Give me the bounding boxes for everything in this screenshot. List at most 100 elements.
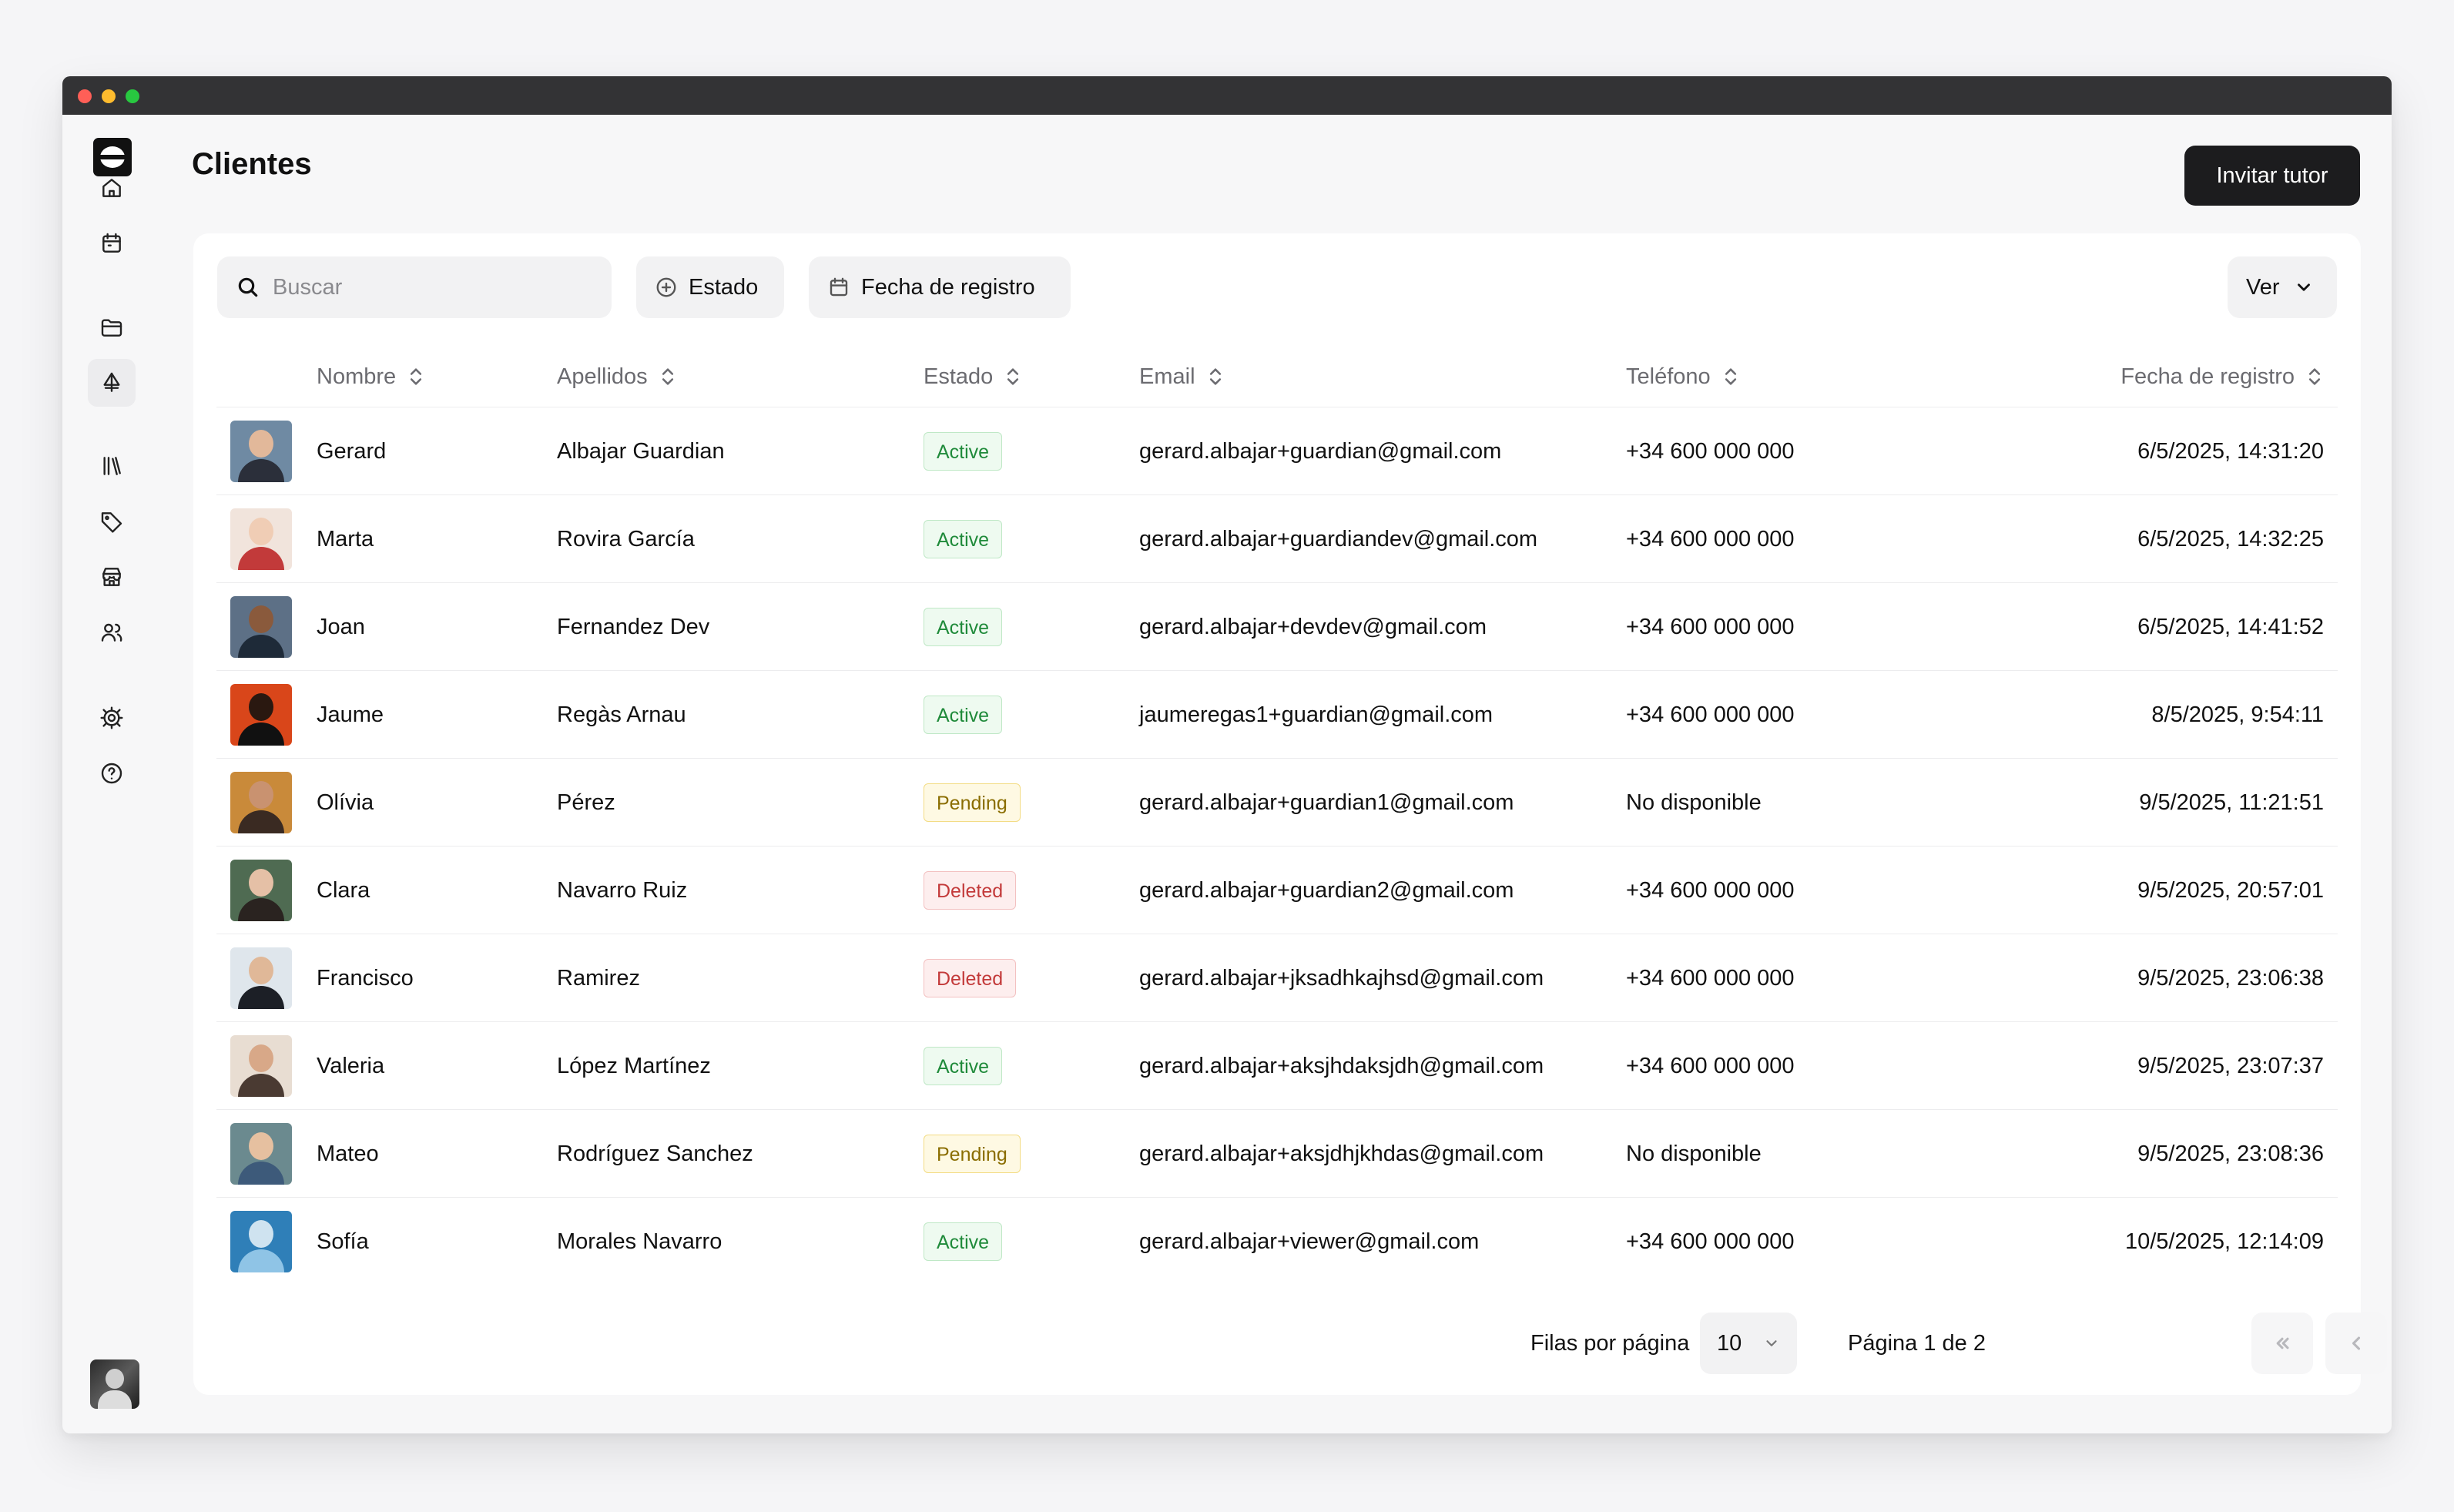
client-last-name: López Martínez bbox=[557, 1053, 711, 1078]
table-row[interactable]: Clara Navarro Ruiz Deleted gerard.albaja… bbox=[216, 847, 2338, 934]
sidebar-item-store[interactable] bbox=[88, 553, 136, 601]
client-registration-date: 8/5/2025, 9:54:11 bbox=[2151, 702, 2324, 727]
client-phone: +34 600 000 000 bbox=[1626, 1229, 1795, 1254]
table-row[interactable]: Valeria López Martínez Active gerard.alb… bbox=[216, 1022, 2338, 1110]
previous-page-button[interactable] bbox=[2325, 1313, 2387, 1374]
client-registration-date: 6/5/2025, 14:31:20 bbox=[2137, 438, 2324, 464]
table-header: Nombre Apellidos Estado Email Teléfono F… bbox=[216, 346, 2338, 407]
client-last-name: Ramirez bbox=[557, 965, 640, 991]
table-row[interactable]: Sofía Morales Navarro Active gerard.alba… bbox=[216, 1198, 2338, 1286]
table-row[interactable]: Francisco Ramirez Deleted gerard.albajar… bbox=[216, 934, 2338, 1022]
invite-tutor-button[interactable]: Invitar tutor bbox=[2184, 146, 2360, 206]
sidebar-item-users[interactable] bbox=[88, 608, 136, 656]
sidebar-item-help[interactable] bbox=[88, 749, 136, 797]
chevron-left-icon bbox=[2352, 1336, 2361, 1350]
status-badge: Active bbox=[924, 520, 1003, 558]
status-badge: Deleted bbox=[924, 959, 1017, 997]
home-icon bbox=[102, 179, 121, 197]
plus-circle-icon bbox=[656, 277, 676, 297]
client-last-name: Morales Navarro bbox=[557, 1229, 722, 1254]
client-last-name: Regàs Arnau bbox=[557, 702, 686, 727]
column-header-phone[interactable]: Teléfono bbox=[1626, 346, 1740, 407]
current-user-avatar[interactable] bbox=[90, 1359, 139, 1409]
tag-icon bbox=[101, 512, 122, 533]
client-phone: +34 600 000 000 bbox=[1626, 702, 1795, 727]
client-avatar bbox=[230, 596, 292, 658]
column-header-last-name[interactable]: Apellidos bbox=[557, 346, 677, 407]
table-row[interactable]: Marta Rovira García Active gerard.albaja… bbox=[216, 495, 2338, 583]
client-last-name: Fernandez Dev bbox=[557, 614, 710, 639]
client-email: jaumeregas1+guardian@gmail.com bbox=[1139, 702, 1494, 727]
rows-per-page-select[interactable]: 10 bbox=[1700, 1313, 1797, 1374]
client-email: gerard.albajar+jksadhkajhsd@gmail.com bbox=[1139, 965, 1544, 991]
client-email: gerard.albajar+aksjdhjkhdas@gmail.com bbox=[1139, 1141, 1544, 1166]
client-first-name: Clara bbox=[317, 877, 370, 903]
client-first-name: Marta bbox=[317, 526, 374, 551]
sidebar-item-home[interactable] bbox=[88, 164, 136, 212]
library-icon bbox=[103, 457, 121, 475]
rows-per-page-value: 10 bbox=[1717, 1330, 1742, 1356]
client-first-name: Joan bbox=[317, 614, 365, 639]
client-registration-date: 9/5/2025, 23:06:38 bbox=[2137, 965, 2324, 991]
status-badge: Active bbox=[924, 696, 1003, 734]
view-options-label: Ver bbox=[2246, 274, 2280, 300]
client-first-name: Valeria bbox=[317, 1053, 385, 1078]
minimize-window-button[interactable] bbox=[102, 89, 116, 103]
pagination: Filas por página 10 Página 1 de 2 bbox=[193, 1311, 2387, 1376]
client-registration-date: 6/5/2025, 14:41:52 bbox=[2137, 614, 2324, 639]
first-page-button[interactable] bbox=[2251, 1313, 2313, 1374]
sort-icon bbox=[662, 368, 673, 385]
store-icon bbox=[102, 568, 121, 586]
client-avatar bbox=[230, 1123, 292, 1185]
table-row[interactable]: Gerard Albajar Guardian Active gerard.al… bbox=[216, 407, 2338, 495]
table-body: Gerard Albajar Guardian Active gerard.al… bbox=[216, 407, 2338, 1286]
sidebar-item-settings[interactable] bbox=[88, 694, 136, 742]
close-window-button[interactable] bbox=[78, 89, 92, 103]
calendar-icon bbox=[102, 233, 121, 253]
window-titlebar bbox=[62, 76, 2392, 115]
client-avatar bbox=[230, 421, 292, 482]
table-row[interactable]: Mateo Rodríguez Sanchez Pending gerard.a… bbox=[216, 1110, 2338, 1198]
column-header-email[interactable]: Email bbox=[1139, 346, 1225, 407]
client-registration-date: 9/5/2025, 23:08:36 bbox=[2137, 1141, 2324, 1166]
client-registration-date: 9/5/2025, 11:21:51 bbox=[2139, 790, 2324, 815]
client-avatar bbox=[230, 947, 292, 1009]
search-input[interactable] bbox=[273, 256, 604, 318]
search-box[interactable] bbox=[217, 256, 612, 318]
client-phone: No disponible bbox=[1626, 1141, 1762, 1166]
client-phone: +34 600 000 000 bbox=[1626, 965, 1795, 991]
table-row[interactable]: Olívia Pérez Pending gerard.albajar+guar… bbox=[216, 759, 2338, 847]
client-last-name: Navarro Ruiz bbox=[557, 877, 688, 903]
sidebar-item-library[interactable] bbox=[88, 442, 136, 490]
client-email: gerard.albajar+guardian1@gmail.com bbox=[1139, 790, 1514, 815]
chevron-down-icon bbox=[2297, 283, 2310, 291]
client-email: gerard.albajar+guardian2@gmail.com bbox=[1139, 877, 1514, 903]
sidebar-item-tags[interactable] bbox=[88, 498, 136, 545]
sidebar-item-folders[interactable] bbox=[88, 303, 136, 351]
sort-icon bbox=[1007, 368, 1019, 385]
client-phone: +34 600 000 000 bbox=[1626, 877, 1795, 903]
sidebar-item-calendar[interactable] bbox=[88, 220, 136, 267]
client-avatar bbox=[230, 772, 292, 833]
date-filter-button[interactable]: Fecha de registro bbox=[809, 256, 1071, 318]
client-registration-date: 9/5/2025, 20:57:01 bbox=[2137, 877, 2324, 903]
column-header-name[interactable]: Nombre bbox=[317, 346, 425, 407]
status-filter-label: Estado bbox=[689, 274, 759, 300]
client-last-name: Pérez bbox=[557, 790, 615, 815]
table-row[interactable]: Jaume Regàs Arnau Active jaumeregas1+gua… bbox=[216, 671, 2338, 759]
client-avatar bbox=[230, 860, 292, 921]
table-row[interactable]: Joan Fernandez Dev Active gerard.albajar… bbox=[216, 583, 2338, 671]
status-badge: Active bbox=[924, 1222, 1003, 1261]
client-avatar bbox=[230, 508, 292, 570]
client-avatar bbox=[230, 1035, 292, 1097]
column-header-registration-date[interactable]: Fecha de registro bbox=[2120, 346, 2324, 407]
sidebar-item-sailboat[interactable] bbox=[88, 359, 136, 407]
column-header-status[interactable]: Estado bbox=[924, 346, 1022, 407]
sidebar bbox=[62, 115, 159, 1433]
client-avatar bbox=[230, 1211, 292, 1272]
maximize-window-button[interactable] bbox=[126, 89, 139, 103]
status-filter-button[interactable]: Estado bbox=[636, 256, 784, 318]
view-options-button[interactable]: Ver bbox=[2228, 256, 2337, 318]
client-registration-date: 10/5/2025, 12:14:09 bbox=[2124, 1229, 2324, 1254]
help-icon bbox=[101, 763, 122, 784]
